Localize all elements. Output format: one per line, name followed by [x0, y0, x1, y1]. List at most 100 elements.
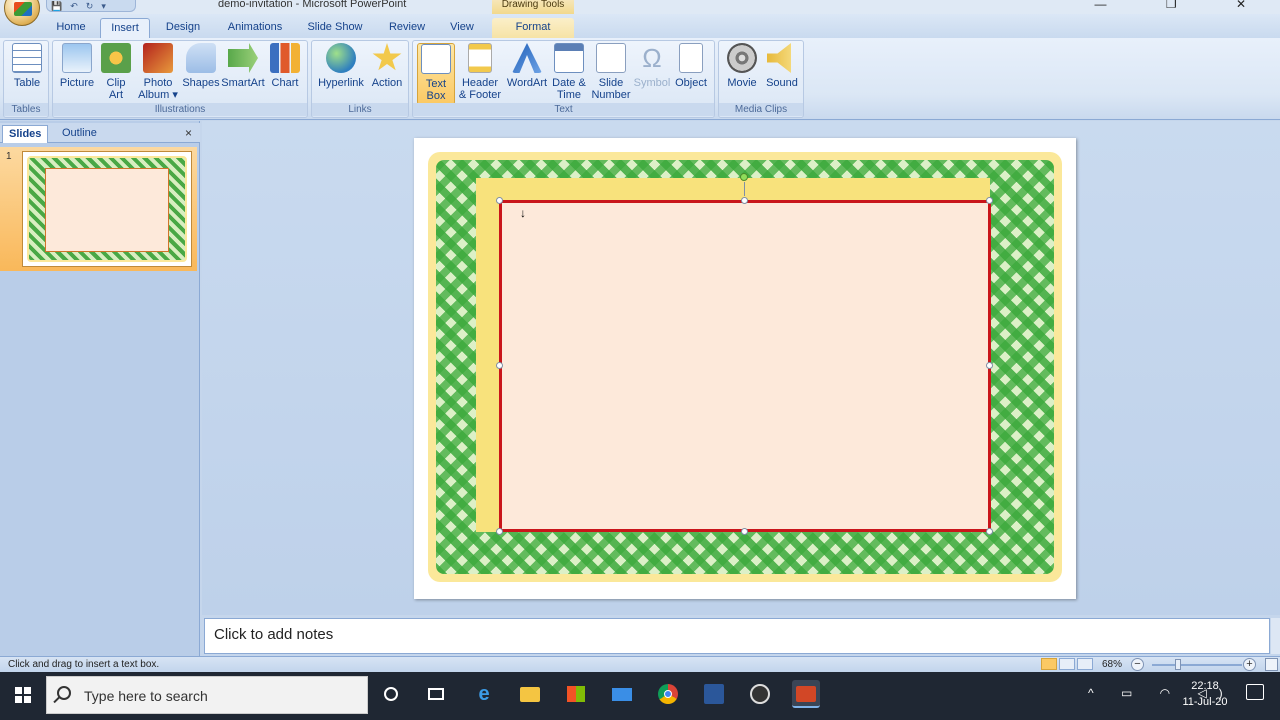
search-placeholder: Type here to search	[84, 688, 208, 704]
window-controls[interactable]: — ❐ ✕	[1095, 0, 1274, 11]
chart-icon	[270, 43, 300, 73]
quick-access-toolbar: 💾 ↶ ↻ ▾	[46, 0, 136, 12]
notes-pane[interactable]: Click to add notes	[204, 618, 1270, 654]
slides-pane-tabs: Slides Outline ×	[0, 123, 200, 143]
save-icon[interactable]: 💾	[51, 1, 62, 12]
rotation-handle[interactable]	[740, 173, 748, 181]
table-button[interactable]: Table	[8, 43, 46, 105]
tab-outline[interactable]: Outline	[56, 125, 103, 143]
tab-view[interactable]: View	[442, 18, 482, 38]
redo-icon[interactable]: ↻	[86, 1, 94, 12]
resize-handle-nw[interactable]	[496, 197, 503, 204]
slide-number-label: 1	[6, 151, 12, 162]
notification-icon[interactable]	[1246, 684, 1264, 700]
file-explorer-icon[interactable]	[516, 680, 544, 708]
tab-home[interactable]: Home	[50, 18, 92, 38]
clock-time: 22:18	[1191, 680, 1219, 692]
drawing-tools-header: Drawing Tools	[492, 0, 574, 14]
taskbar-search-box[interactable]: Type here to search	[46, 676, 368, 714]
resize-handle-w[interactable]	[496, 362, 503, 369]
slide-canvas[interactable]: ↓	[414, 138, 1076, 599]
resize-handle-s[interactable]	[741, 528, 748, 535]
tab-review[interactable]: Review	[382, 18, 432, 38]
group-illustrations: Picture Clip Art Photo Album ▾ Shapes Sm…	[52, 40, 308, 118]
shapes-button[interactable]: Shapes	[181, 43, 221, 105]
group-label-links: Links	[312, 103, 408, 116]
edge-browser-icon[interactable]: e	[470, 680, 498, 708]
picture-button[interactable]: Picture	[57, 43, 97, 105]
fit-to-window-button[interactable]	[1265, 658, 1278, 671]
powerpoint-icon[interactable]	[792, 680, 820, 708]
object-button[interactable]: Object	[671, 43, 711, 105]
wordart-button[interactable]: WordArt	[505, 43, 549, 105]
ribbon: Table Tables Picture Clip Art Photo Albu…	[0, 38, 1280, 120]
group-media-clips: Movie Sound Media Clips	[718, 40, 804, 118]
tab-animations[interactable]: Animations	[220, 18, 290, 38]
undo-icon[interactable]: ↶	[70, 1, 78, 12]
close-icon[interactable]: ×	[185, 126, 192, 140]
clock-date: 11-Jul-20	[1182, 696, 1228, 708]
status-message: Click and drag to insert a text box.	[8, 659, 160, 670]
selected-rectangle-shape[interactable]	[499, 200, 991, 532]
tab-format[interactable]: Format	[492, 18, 574, 38]
obs-icon[interactable]	[746, 680, 774, 708]
speaker-icon	[767, 43, 791, 73]
photo-album-icon	[143, 43, 173, 73]
movie-button[interactable]: Movie	[723, 43, 761, 105]
tab-slide-show[interactable]: Slide Show	[300, 18, 370, 38]
group-label-illustrations: Illustrations	[53, 103, 307, 116]
wordart-icon	[512, 43, 542, 73]
smartart-button[interactable]: SmartArt	[221, 43, 265, 105]
tab-slides[interactable]: Slides	[2, 125, 49, 143]
title-bar: 💾 ↶ ↻ ▾ demo-invitation - Microsoft PowerPo…	[0, 0, 1280, 26]
window-title: demo-invitation - Microsoft PowerPoint	[218, 0, 407, 10]
clock[interactable]: 22:18 11-Jul-20	[1178, 678, 1232, 710]
normal-view-button[interactable]	[1041, 658, 1057, 670]
header-footer-button[interactable]: Header & Footer	[457, 43, 503, 105]
date-time-button[interactable]: Date & Time	[551, 43, 587, 105]
clip-art-button[interactable]: Clip Art	[99, 43, 133, 105]
group-label-text: Text	[413, 103, 714, 116]
notes-scrollbar[interactable]	[1271, 618, 1280, 654]
zoom-slider-track[interactable]	[1152, 664, 1242, 666]
zoom-in-button[interactable]: +	[1243, 658, 1256, 671]
notes-placeholder: Click to add notes	[214, 626, 334, 643]
action-button[interactable]: Action	[368, 43, 406, 105]
start-button[interactable]	[0, 672, 46, 718]
symbol-button[interactable]: Ω Symbol	[633, 43, 671, 105]
resize-handle-e[interactable]	[986, 362, 993, 369]
zoom-out-button[interactable]: −	[1131, 658, 1144, 671]
tab-insert[interactable]: Insert	[100, 18, 150, 38]
insert-cursor-icon: ↓	[520, 206, 526, 220]
resize-handle-se[interactable]	[986, 528, 993, 535]
omega-icon: Ω	[642, 43, 662, 73]
group-tables: Table Tables	[3, 40, 49, 118]
zoom-level[interactable]: 68%	[1102, 659, 1122, 670]
qat-more-icon[interactable]: ▾	[101, 1, 106, 12]
film-reel-icon	[727, 43, 757, 73]
slide-thumbnail-1[interactable]: 1	[0, 147, 197, 271]
chart-button[interactable]: Chart	[267, 43, 303, 105]
slide-show-view-button[interactable]	[1077, 658, 1093, 670]
tab-design[interactable]: Design	[158, 18, 208, 38]
text-box-button[interactable]: Text Box	[417, 43, 455, 105]
word-icon[interactable]	[700, 680, 728, 708]
sound-button[interactable]: Sound	[763, 43, 801, 105]
task-view-icon[interactable]	[422, 680, 450, 708]
resize-handle-ne[interactable]	[986, 197, 993, 204]
hyperlink-button[interactable]: Hyperlink	[316, 43, 366, 105]
group-links: Hyperlink Action Links	[311, 40, 409, 118]
zoom-slider-thumb[interactable]	[1175, 659, 1181, 670]
slide-number-button[interactable]: Slide Number	[589, 43, 633, 105]
slide-sorter-view-button[interactable]	[1059, 658, 1075, 670]
resize-handle-n[interactable]	[741, 197, 748, 204]
mail-icon[interactable]	[608, 680, 636, 708]
object-icon	[679, 43, 703, 73]
shapes-icon	[186, 43, 216, 73]
chrome-icon[interactable]	[654, 680, 682, 708]
microsoft-store-icon[interactable]	[562, 680, 590, 708]
cortana-icon[interactable]	[377, 680, 405, 708]
action-star-icon	[372, 43, 402, 71]
resize-handle-sw[interactable]	[496, 528, 503, 535]
photo-album-button[interactable]: Photo Album ▾	[135, 43, 181, 105]
